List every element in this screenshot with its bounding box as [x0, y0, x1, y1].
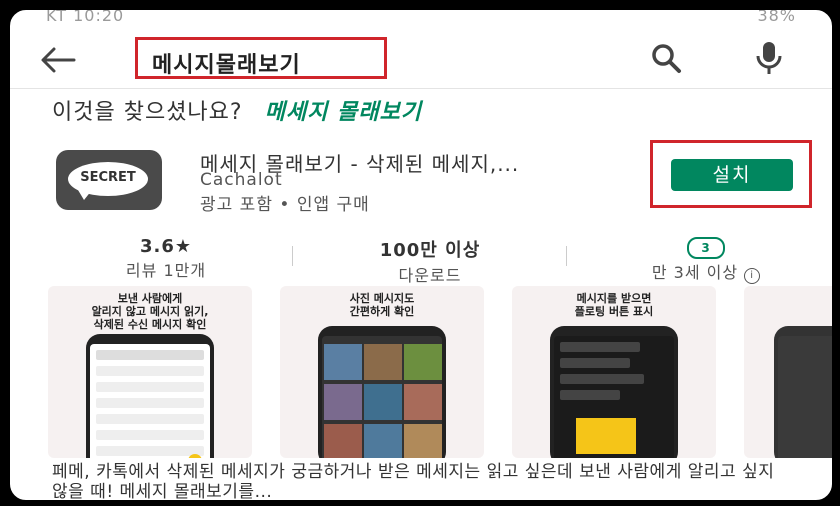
install-highlight: 설치 — [650, 140, 812, 208]
battery-level: 38% — [757, 8, 796, 25]
screenshot-2[interactable]: 사진 메시지도 간편하게 확인 — [280, 286, 484, 458]
app-tags: 광고 포함 • 인앱 구매 — [200, 190, 370, 215]
app-bar: 메시지몰래보기 — [10, 32, 832, 88]
stat-rating: 3.6★ 리뷰 1만개 — [96, 236, 236, 281]
stat-divider — [292, 246, 293, 266]
age-rating-label: 만 3세 이상 — [651, 263, 739, 282]
search-query-text: 메시지몰래보기 — [152, 53, 301, 78]
age-rating-row: 만 3세 이상 i — [616, 259, 796, 284]
phone-screen: KT 10:20 38% 메시지몰래보기 이것을 찾으셨나요? 메세지 몰래보기… — [8, 8, 834, 502]
screenshot-caption: 보낸 사람에게 알리지 않고 메시지 읽기, 삭제된 수신 메시지 확인 — [91, 292, 209, 331]
age-rating-badge: 3 — [687, 237, 725, 259]
keypad-screen — [778, 336, 832, 458]
screenshot-1[interactable]: 보낸 사람에게 알리지 않고 메시지 읽기, 삭제된 수신 메시지 확인 — [48, 286, 252, 458]
rating-value: 3.6★ — [139, 236, 193, 257]
microphone-icon[interactable] — [754, 40, 784, 76]
speech-bubble-tail — [78, 190, 92, 200]
screenshot-caption: 사진 메시지도 간편하게 확인 — [349, 292, 415, 318]
stat-age: 3 만 3세 이상 i — [616, 236, 796, 284]
app-developer[interactable]: Cachalot — [200, 170, 283, 190]
downloads-value: 100만 이상 — [379, 240, 481, 261]
did-you-mean-suggestion[interactable]: 메세지 몰래보기 — [265, 100, 422, 125]
screenshot-4[interactable] — [744, 286, 832, 458]
status-carrier-time: KT 10:20 — [46, 8, 125, 25]
screenshot-3[interactable]: 메시지를 받으면 플로팅 버튼 표시 — [512, 286, 716, 458]
info-icon[interactable]: i — [744, 268, 761, 284]
rating-label: 리뷰 1만개 — [125, 261, 207, 280]
photo-grid-screen — [322, 336, 442, 458]
phone-mockup — [86, 334, 214, 458]
app-icon[interactable]: SECRET — [56, 150, 162, 210]
app-bar-divider — [10, 88, 832, 89]
search-query-box[interactable]: 메시지몰래보기 — [135, 37, 387, 79]
app-icon-text: SECRET — [80, 170, 136, 185]
install-button[interactable]: 설치 — [671, 159, 793, 191]
did-you-mean-label: 이것을 찾으셨나요? — [52, 100, 243, 125]
tag-separator: • — [279, 195, 297, 215]
downloads-label: 다운로드 — [398, 266, 462, 285]
status-bar: KT 10:20 38% — [10, 10, 832, 28]
search-icon[interactable] — [650, 42, 682, 74]
back-arrow-icon[interactable] — [40, 46, 76, 74]
ad-label: 광고 포함 — [200, 195, 273, 215]
iap-label: 인앱 구매 — [296, 195, 370, 215]
stat-divider — [566, 246, 567, 266]
floating-button-screen — [554, 336, 674, 458]
floating-button-badge — [576, 418, 636, 454]
app-description: 페메, 카톡에서 삭제된 메세지가 궁금하거나 받은 메세지는 읽고 싶은데 보… — [52, 462, 775, 502]
screenshot-caption: 메시지를 받으면 플로팅 버튼 표시 — [574, 292, 654, 318]
did-you-mean: 이것을 찾으셨나요? 메세지 몰래보기 — [52, 94, 422, 126]
stat-downloads: 100만 이상 다운로드 — [340, 236, 520, 286]
phone-mockup — [318, 326, 446, 458]
phone-mockup — [774, 326, 832, 458]
phone-mockup — [550, 326, 678, 458]
message-list-screen — [90, 344, 210, 458]
